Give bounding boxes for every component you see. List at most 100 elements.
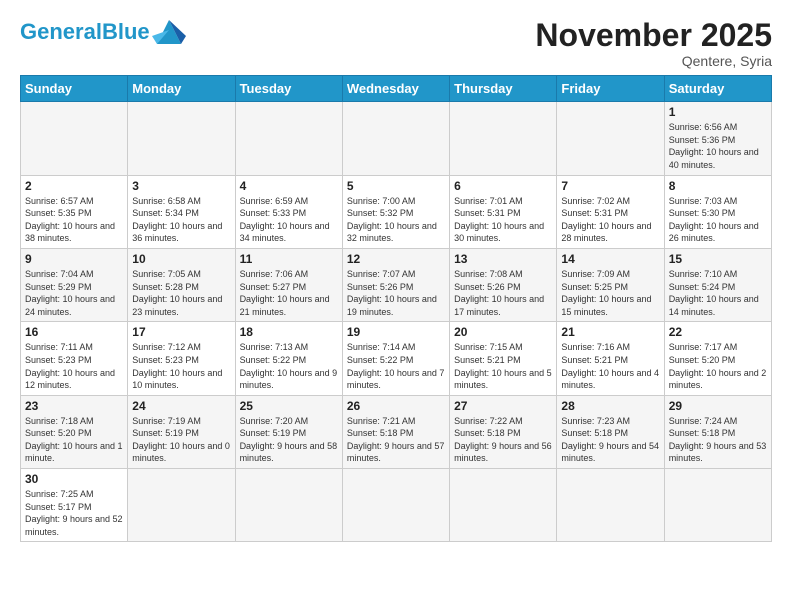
day-10: 10 Sunrise: 7:05 AMSunset: 5:28 PMDaylig… — [128, 248, 235, 321]
day-info-7: Sunrise: 7:02 AMSunset: 5:31 PMDaylight:… — [561, 195, 659, 245]
day-info-14: Sunrise: 7:09 AMSunset: 5:25 PMDaylight:… — [561, 268, 659, 318]
day-number-30: 30 — [25, 472, 123, 486]
day-number-18: 18 — [240, 325, 338, 339]
empty-cell — [450, 102, 557, 175]
day-number-11: 11 — [240, 252, 338, 266]
day-11: 11 Sunrise: 7:06 AMSunset: 5:27 PMDaylig… — [235, 248, 342, 321]
header-sunday: Sunday — [21, 76, 128, 102]
day-number-15: 15 — [669, 252, 767, 266]
day-number-13: 13 — [454, 252, 552, 266]
day-number-3: 3 — [132, 179, 230, 193]
day-info-16: Sunrise: 7:11 AMSunset: 5:23 PMDaylight:… — [25, 341, 123, 391]
day-number-8: 8 — [669, 179, 767, 193]
day-info-10: Sunrise: 7:05 AMSunset: 5:28 PMDaylight:… — [132, 268, 230, 318]
day-number-22: 22 — [669, 325, 767, 339]
day-26: 26 Sunrise: 7:21 AMSunset: 5:18 PMDaylig… — [342, 395, 449, 468]
empty-cell — [128, 102, 235, 175]
day-14: 14 Sunrise: 7:09 AMSunset: 5:25 PMDaylig… — [557, 248, 664, 321]
day-number-4: 4 — [240, 179, 338, 193]
day-number-19: 19 — [347, 325, 445, 339]
day-28: 28 Sunrise: 7:23 AMSunset: 5:18 PMDaylig… — [557, 395, 664, 468]
day-19: 19 Sunrise: 7:14 AMSunset: 5:22 PMDaylig… — [342, 322, 449, 395]
day-info-22: Sunrise: 7:17 AMSunset: 5:20 PMDaylight:… — [669, 341, 767, 391]
day-info-5: Sunrise: 7:00 AMSunset: 5:32 PMDaylight:… — [347, 195, 445, 245]
day-info-12: Sunrise: 7:07 AMSunset: 5:26 PMDaylight:… — [347, 268, 445, 318]
day-info-24: Sunrise: 7:19 AMSunset: 5:19 PMDaylight:… — [132, 415, 230, 465]
day-number-14: 14 — [561, 252, 659, 266]
empty-cell — [557, 469, 664, 542]
day-1: 1 Sunrise: 6:56 AMSunset: 5:36 PMDayligh… — [664, 102, 771, 175]
day-3: 3 Sunrise: 6:58 AMSunset: 5:34 PMDayligh… — [128, 175, 235, 248]
day-info-17: Sunrise: 7:12 AMSunset: 5:23 PMDaylight:… — [132, 341, 230, 391]
week-row-2: 2 Sunrise: 6:57 AMSunset: 5:35 PMDayligh… — [21, 175, 772, 248]
header-wednesday: Wednesday — [342, 76, 449, 102]
month-title: November 2025 — [535, 18, 772, 53]
day-number-5: 5 — [347, 179, 445, 193]
day-info-13: Sunrise: 7:08 AMSunset: 5:26 PMDaylight:… — [454, 268, 552, 318]
day-info-2: Sunrise: 6:57 AMSunset: 5:35 PMDaylight:… — [25, 195, 123, 245]
day-29: 29 Sunrise: 7:24 AMSunset: 5:18 PMDaylig… — [664, 395, 771, 468]
day-number-10: 10 — [132, 252, 230, 266]
header-friday: Friday — [557, 76, 664, 102]
day-25: 25 Sunrise: 7:20 AMSunset: 5:19 PMDaylig… — [235, 395, 342, 468]
empty-cell — [128, 469, 235, 542]
day-info-11: Sunrise: 7:06 AMSunset: 5:27 PMDaylight:… — [240, 268, 338, 318]
week-row-1: 1 Sunrise: 6:56 AMSunset: 5:36 PMDayligh… — [21, 102, 772, 175]
day-info-9: Sunrise: 7:04 AMSunset: 5:29 PMDaylight:… — [25, 268, 123, 318]
header-monday: Monday — [128, 76, 235, 102]
day-4: 4 Sunrise: 6:59 AMSunset: 5:33 PMDayligh… — [235, 175, 342, 248]
day-number-17: 17 — [132, 325, 230, 339]
day-info-19: Sunrise: 7:14 AMSunset: 5:22 PMDaylight:… — [347, 341, 445, 391]
day-info-27: Sunrise: 7:22 AMSunset: 5:18 PMDaylight:… — [454, 415, 552, 465]
day-info-25: Sunrise: 7:20 AMSunset: 5:19 PMDaylight:… — [240, 415, 338, 465]
empty-cell — [342, 102, 449, 175]
logo: GeneralBlue — [20, 18, 186, 46]
day-number-29: 29 — [669, 399, 767, 413]
logo-text: GeneralBlue — [20, 19, 150, 44]
header-thursday: Thursday — [450, 76, 557, 102]
day-number-24: 24 — [132, 399, 230, 413]
calendar: Sunday Monday Tuesday Wednesday Thursday… — [20, 75, 772, 542]
day-24: 24 Sunrise: 7:19 AMSunset: 5:19 PMDaylig… — [128, 395, 235, 468]
day-17: 17 Sunrise: 7:12 AMSunset: 5:23 PMDaylig… — [128, 322, 235, 395]
day-27: 27 Sunrise: 7:22 AMSunset: 5:18 PMDaylig… — [450, 395, 557, 468]
day-info-8: Sunrise: 7:03 AMSunset: 5:30 PMDaylight:… — [669, 195, 767, 245]
day-number-27: 27 — [454, 399, 552, 413]
day-number-1: 1 — [669, 105, 767, 119]
empty-cell — [450, 469, 557, 542]
empty-cell — [21, 102, 128, 175]
day-info-18: Sunrise: 7:13 AMSunset: 5:22 PMDaylight:… — [240, 341, 338, 391]
day-number-20: 20 — [454, 325, 552, 339]
day-16: 16 Sunrise: 7:11 AMSunset: 5:23 PMDaylig… — [21, 322, 128, 395]
day-number-9: 9 — [25, 252, 123, 266]
day-12: 12 Sunrise: 7:07 AMSunset: 5:26 PMDaylig… — [342, 248, 449, 321]
day-info-21: Sunrise: 7:16 AMSunset: 5:21 PMDaylight:… — [561, 341, 659, 391]
day-info-29: Sunrise: 7:24 AMSunset: 5:18 PMDaylight:… — [669, 415, 767, 465]
week-row-5: 23 Sunrise: 7:18 AMSunset: 5:20 PMDaylig… — [21, 395, 772, 468]
day-number-23: 23 — [25, 399, 123, 413]
logo-icon — [152, 16, 186, 46]
day-info-20: Sunrise: 7:15 AMSunset: 5:21 PMDaylight:… — [454, 341, 552, 391]
day-8: 8 Sunrise: 7:03 AMSunset: 5:30 PMDayligh… — [664, 175, 771, 248]
day-5: 5 Sunrise: 7:00 AMSunset: 5:32 PMDayligh… — [342, 175, 449, 248]
week-row-6: 30 Sunrise: 7:25 AMSunset: 5:17 PMDaylig… — [21, 469, 772, 542]
day-number-16: 16 — [25, 325, 123, 339]
day-23: 23 Sunrise: 7:18 AMSunset: 5:20 PMDaylig… — [21, 395, 128, 468]
day-2: 2 Sunrise: 6:57 AMSunset: 5:35 PMDayligh… — [21, 175, 128, 248]
day-info-26: Sunrise: 7:21 AMSunset: 5:18 PMDaylight:… — [347, 415, 445, 465]
page: GeneralBlue November 2025 Qentere, Syria… — [0, 0, 792, 552]
day-number-25: 25 — [240, 399, 338, 413]
header-saturday: Saturday — [664, 76, 771, 102]
day-info-28: Sunrise: 7:23 AMSunset: 5:18 PMDaylight:… — [561, 415, 659, 465]
day-number-6: 6 — [454, 179, 552, 193]
day-number-12: 12 — [347, 252, 445, 266]
day-22: 22 Sunrise: 7:17 AMSunset: 5:20 PMDaylig… — [664, 322, 771, 395]
location: Qentere, Syria — [535, 53, 772, 69]
day-number-28: 28 — [561, 399, 659, 413]
weekday-header-row: Sunday Monday Tuesday Wednesday Thursday… — [21, 76, 772, 102]
day-info-6: Sunrise: 7:01 AMSunset: 5:31 PMDaylight:… — [454, 195, 552, 245]
day-info-1: Sunrise: 6:56 AMSunset: 5:36 PMDaylight:… — [669, 121, 767, 171]
day-30: 30 Sunrise: 7:25 AMSunset: 5:17 PMDaylig… — [21, 469, 128, 542]
day-info-23: Sunrise: 7:18 AMSunset: 5:20 PMDaylight:… — [25, 415, 123, 465]
day-21: 21 Sunrise: 7:16 AMSunset: 5:21 PMDaylig… — [557, 322, 664, 395]
